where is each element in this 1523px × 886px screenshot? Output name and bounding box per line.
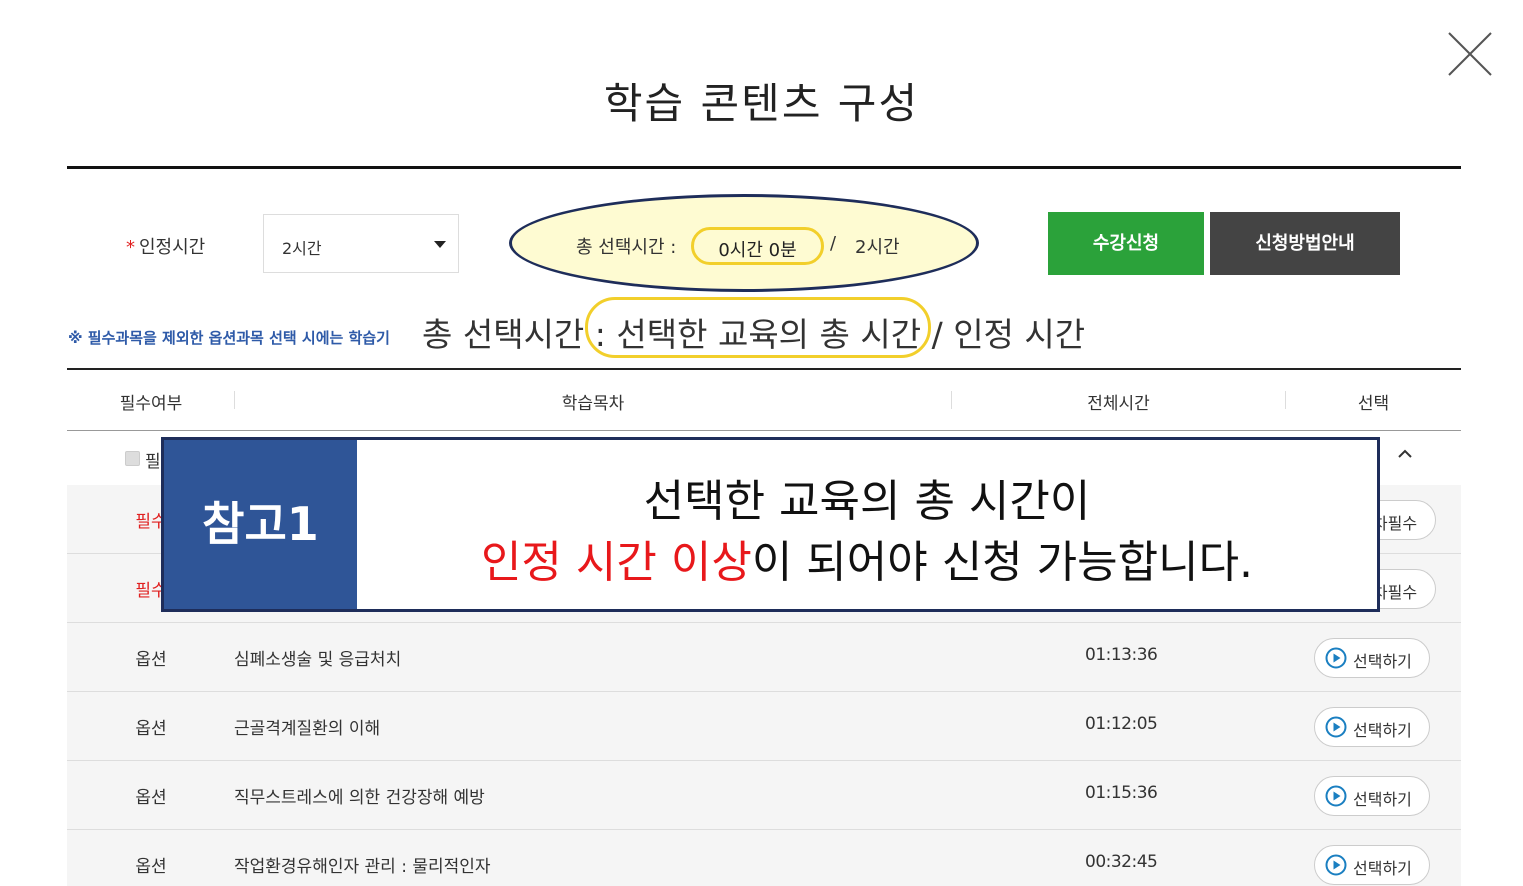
reference-callout: 참고1 선택한 교육의 총 시간이 인정 시간 이상이 되어야 신청 가능합니다… — [161, 437, 1380, 612]
row-title: 심폐소생술 및 응급처치 — [234, 650, 402, 670]
apply-guide-button[interactable]: 신청방법안내 — [1210, 212, 1400, 275]
row-title: 근골격계질환의 이해 — [234, 719, 381, 739]
row-time: 00:32:45 — [1085, 852, 1158, 872]
callout-highlight: 인정 시간 이상 — [480, 537, 752, 588]
chevron-up-icon[interactable] — [1398, 447, 1412, 461]
select-button-label: 선택하기 — [1353, 859, 1412, 878]
table-row: 옵션 작업환경유해인자 관리 : 물리적인자 00:32:45 선택하기 — [67, 830, 1461, 886]
apply-button[interactable]: 수강신청 — [1048, 212, 1204, 275]
time-separator: / — [830, 233, 837, 254]
row-type: 옵션 — [135, 719, 167, 739]
row-time: 01:15:36 — [1085, 783, 1158, 803]
header-select: 선택 — [1357, 394, 1390, 414]
callout-line-2-rest: 이 되어야 신청 가능합니다. — [751, 537, 1254, 588]
row-type: 옵션 — [135, 788, 167, 808]
play-circle-icon — [1325, 785, 1347, 807]
caret-down-icon — [434, 241, 446, 248]
row-title: 작업환경유해인자 관리 : 물리적인자 — [234, 857, 491, 877]
annotation-highlight — [585, 297, 931, 358]
title-divider — [67, 166, 1461, 169]
row-title: 직무스트레스에 의한 건강장해 예방 — [234, 788, 485, 808]
row-type: 옵션 — [135, 857, 167, 877]
header-required: 필수여부 — [119, 394, 183, 414]
select-button-label: 선택하기 — [1353, 790, 1412, 809]
recognized-time-value: 2시간 — [855, 237, 900, 258]
select-button-label: 선택하기 — [1353, 721, 1412, 740]
row-type: 옵션 — [135, 650, 167, 670]
table-top-rule — [67, 368, 1461, 370]
selected-time-label: 총 선택시간 : — [576, 237, 677, 258]
modal-title: 학습 콘텐츠 구성 — [603, 79, 920, 128]
group-label: 필 — [145, 452, 161, 472]
recognized-time-label-text: 인정시간 — [139, 237, 206, 258]
group-checkbox[interactable] — [125, 451, 140, 466]
select-button[interactable]: 선택하기 — [1314, 707, 1430, 747]
table-row: 옵션 심폐소생술 및 응급처치 01:13:36 선택하기 — [67, 623, 1461, 692]
select-button[interactable]: 선택하기 — [1314, 776, 1430, 816]
select-button-label: 선택하기 — [1353, 652, 1412, 671]
header-total-time: 전체시간 — [1087, 394, 1150, 414]
recognized-time-select[interactable]: 2시간 — [263, 214, 459, 273]
callout-tag: 참고1 — [164, 440, 357, 609]
play-circle-icon — [1325, 647, 1347, 669]
option-course-note: ※ 필수과목을 제외한 옵션과목 선택 시에는 학습기 — [68, 329, 390, 347]
play-circle-icon — [1325, 854, 1347, 876]
selected-time-value: 0시간 0분 — [718, 240, 797, 261]
callout-line-1: 선택한 교육의 총 시간이 — [643, 476, 1091, 527]
recognized-time-label: * 인정시간 — [126, 233, 205, 259]
selected-time-value-pill: 0시간 0분 — [691, 227, 824, 265]
row-time: 01:13:36 — [1085, 645, 1158, 665]
select-button[interactable]: 선택하기 — [1314, 638, 1430, 678]
required-mark: * — [126, 237, 135, 258]
recognized-time-select-value: 2시간 — [282, 239, 322, 258]
header-contents: 학습목차 — [561, 394, 625, 414]
row-time: 01:12:05 — [1085, 714, 1158, 734]
play-circle-icon — [1325, 716, 1347, 738]
callout-line-2: 인정 시간 이상이 되어야 신청 가능합니다. — [357, 526, 1377, 590]
select-button[interactable]: 선택하기 — [1314, 845, 1430, 885]
table-row: 옵션 직무스트레스에 의한 건강장해 예방 01:15:36 선택하기 — [67, 761, 1461, 830]
table-row: 옵션 근골격계질환의 이해 01:12:05 선택하기 — [67, 692, 1461, 761]
